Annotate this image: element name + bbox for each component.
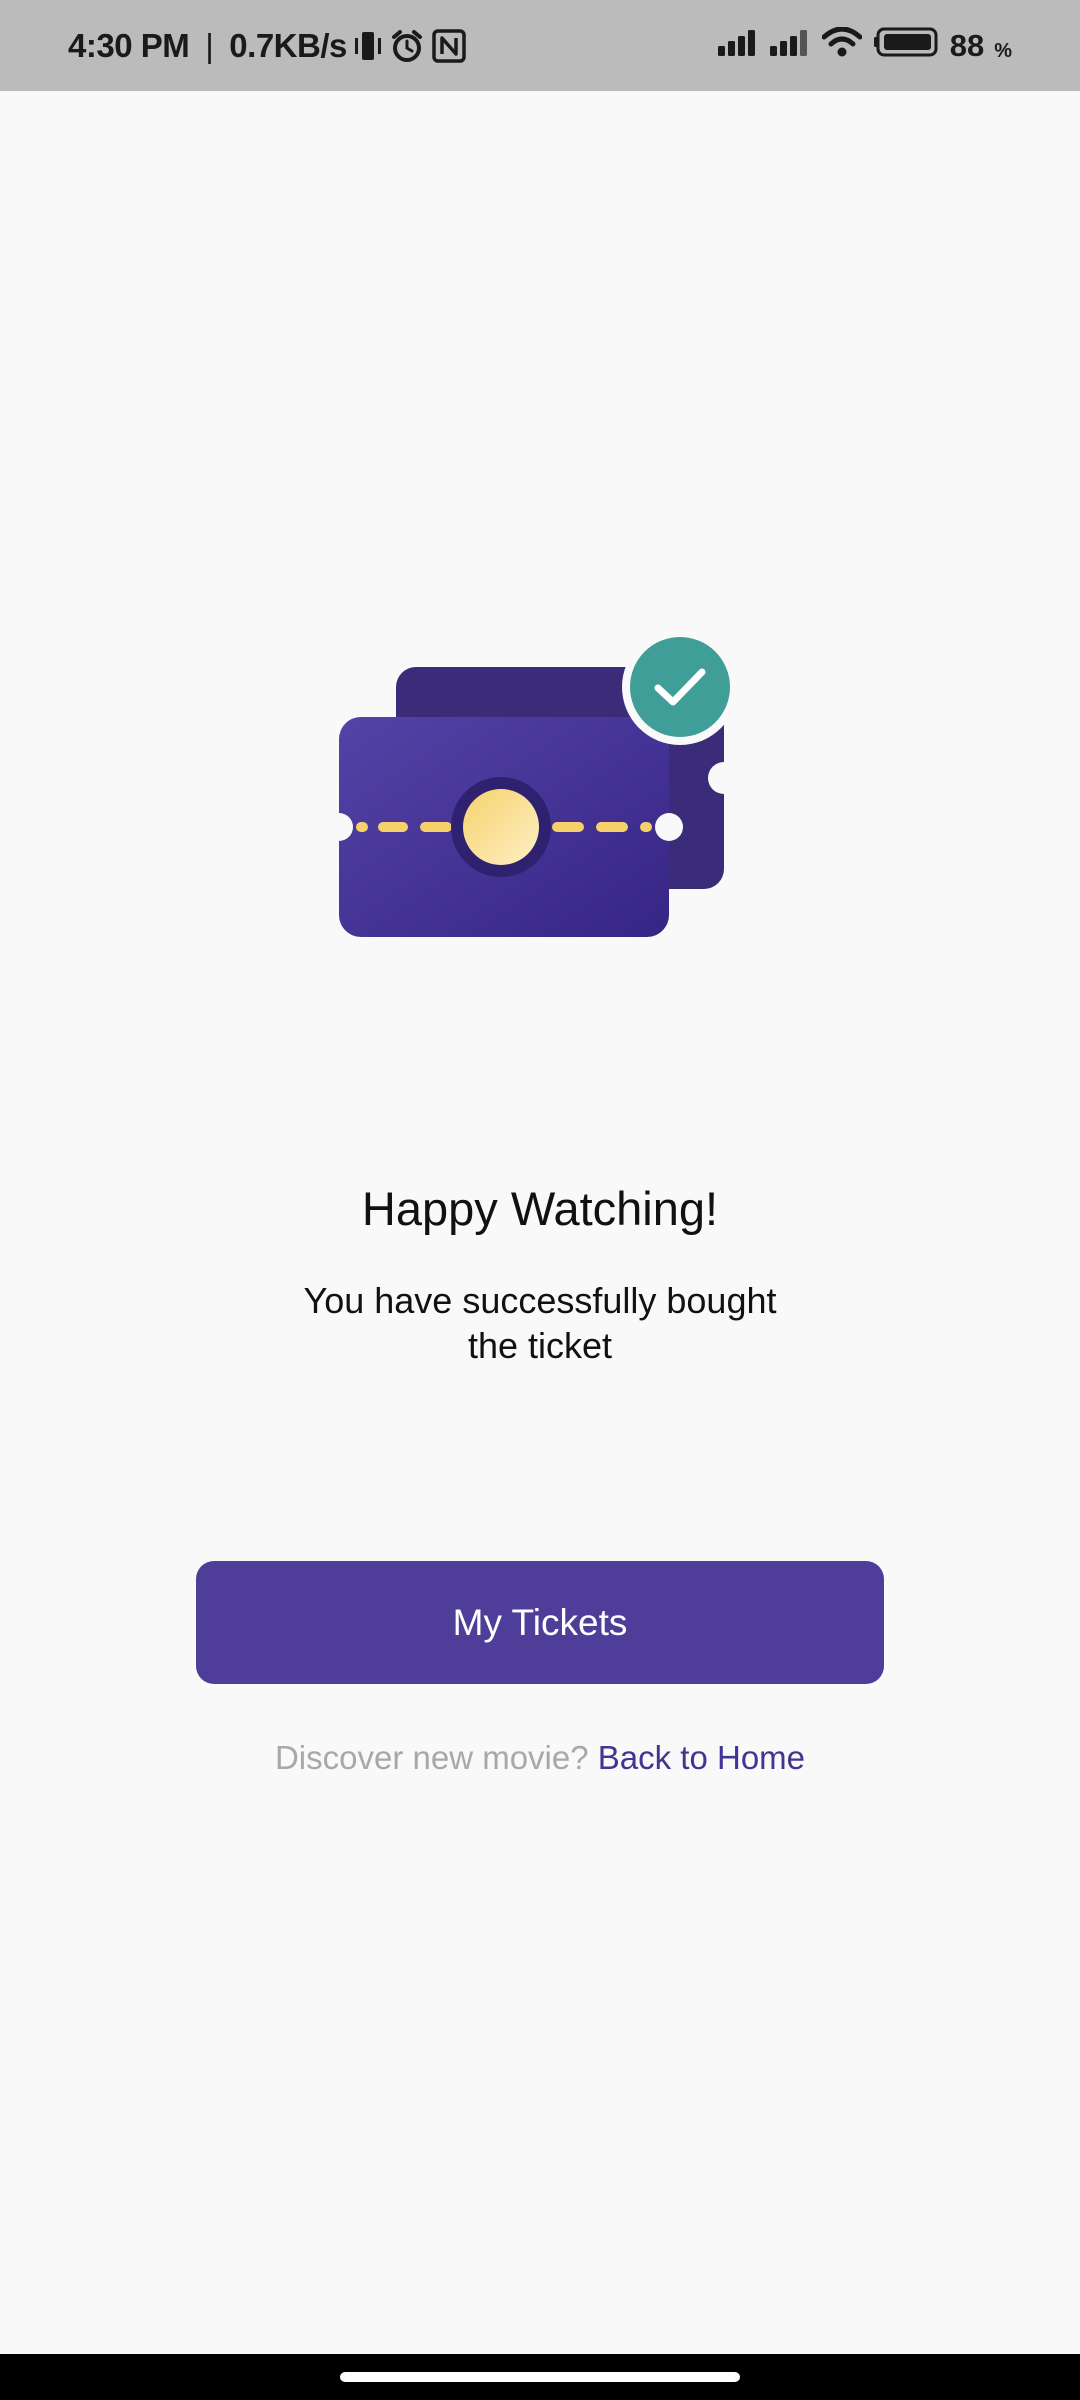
my-tickets-button[interactable]: My Tickets	[196, 1561, 884, 1684]
signal-icon	[717, 28, 758, 64]
signal-icon	[769, 28, 810, 64]
success-title: Happy Watching!	[361, 1182, 719, 1235]
discover-prompt: Discover new movie?	[274, 1739, 589, 1776]
battery-level: 88	[949, 27, 985, 63]
wifi-icon	[821, 26, 863, 65]
nfc-icon	[431, 28, 467, 64]
status-bar: 4:30 PM | 0.7KB/s 88 %	[0, 0, 1080, 91]
success-subtitle: You have successfully bought the ticket	[303, 1280, 777, 1366]
status-right: 88 %	[717, 0, 1012, 91]
network-speed: 0.7KB/s	[229, 26, 347, 64]
alarm-icon	[389, 28, 425, 64]
ticket-success-icon	[325, 625, 750, 945]
back-to-home-link[interactable]: Back to Home	[598, 1739, 805, 1776]
status-left: 4:30 PM | 0.7KB/s	[68, 0, 467, 91]
home-indicator[interactable]	[340, 2372, 740, 2382]
battery-icon	[873, 27, 938, 65]
status-separator: |	[205, 26, 214, 64]
status-time: 4:30 PM	[68, 26, 190, 64]
navigation-bar	[0, 2354, 1080, 2400]
vibrate-icon	[353, 29, 383, 63]
discover-line: Discover new movie? Back to Home	[0, 1733, 1080, 1783]
battery-unit: %	[994, 40, 1012, 62]
